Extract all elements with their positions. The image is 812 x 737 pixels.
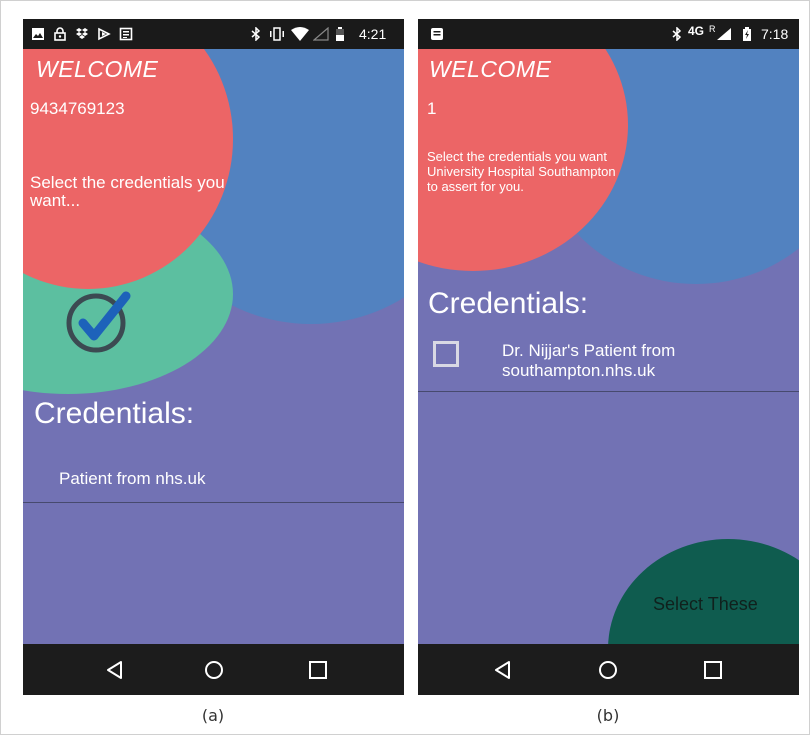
signal-icon <box>313 27 329 41</box>
check-circle-icon[interactable] <box>66 290 136 354</box>
recents-icon[interactable] <box>700 657 726 683</box>
instruction-text: Select the credentials you want Universi… <box>427 149 616 194</box>
status-bar: 4G R 7:18 <box>418 19 799 49</box>
credential-item[interactable]: Dr. Nijjar's Patient from southampton.nh… <box>502 341 732 381</box>
credentials-title: Credentials: <box>34 397 195 430</box>
divider <box>418 391 799 392</box>
phone-screen-a: 4:21 WELCOME 9434769123 Select the crede… <box>23 19 404 695</box>
image-icon <box>31 27 45 41</box>
caption-b: (b) <box>596 706 620 725</box>
welcome-title: WELCOME <box>429 56 552 82</box>
user-id: 1 <box>427 99 437 118</box>
divider <box>23 502 404 503</box>
network-type: 4G <box>688 24 705 38</box>
recents-icon[interactable] <box>305 657 331 683</box>
credential-item[interactable]: Patient from nhs.uk <box>59 469 205 489</box>
roaming-indicator: R <box>709 24 716 34</box>
select-these-label: Select These <box>653 594 758 614</box>
news-icon <box>119 27 133 41</box>
dropbox-icon <box>75 27 89 41</box>
bluetooth-icon <box>670 27 684 41</box>
back-icon[interactable] <box>490 657 516 683</box>
caption-a: (a) <box>201 706 225 725</box>
welcome-title: WELCOME <box>36 56 159 82</box>
status-time: 4:21 <box>359 26 387 42</box>
home-icon[interactable] <box>595 657 621 683</box>
instruction-text: Select the credentials you want... <box>30 173 225 210</box>
credentials-title: Credentials: <box>428 287 589 320</box>
home-icon[interactable] <box>201 657 227 683</box>
vibrate-icon <box>269 27 284 41</box>
credential-checkbox[interactable] <box>433 341 459 367</box>
nav-bar <box>23 644 404 695</box>
battery-charging-icon <box>742 27 752 41</box>
cast-icon <box>97 27 111 41</box>
nav-bar <box>418 644 799 695</box>
battery-icon <box>335 27 345 41</box>
message-icon <box>430 27 444 41</box>
back-icon[interactable] <box>102 657 128 683</box>
phone-screen-b: 4G R 7:18 WELCOME 1 Select the credentia… <box>418 19 799 695</box>
status-bar: 4:21 <box>23 19 404 49</box>
lock-icon <box>53 27 67 41</box>
user-id: 9434769123 <box>30 99 125 118</box>
wifi-icon <box>291 27 309 41</box>
status-time: 7:18 <box>761 26 789 42</box>
bluetooth-icon <box>249 27 263 41</box>
signal-icon <box>716 27 732 41</box>
